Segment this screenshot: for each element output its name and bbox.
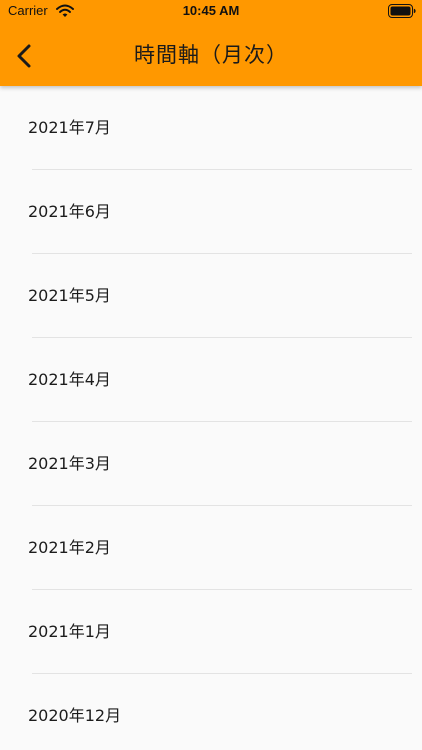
page-title: 時間軸（月次） [134, 43, 288, 67]
month-label: 2021年1月 [28, 622, 111, 641]
month-list-item[interactable]: 2020年12月 [0, 674, 422, 750]
month-list-item[interactable]: 2021年5月 [0, 254, 422, 338]
month-label: 2020年12月 [28, 706, 122, 725]
month-label: 2021年6月 [28, 202, 111, 221]
month-list-item[interactable]: 2021年7月 [0, 86, 422, 170]
month-label: 2021年5月 [28, 286, 111, 305]
month-list-item[interactable]: 2021年4月 [0, 338, 422, 422]
month-label: 2021年7月 [28, 118, 111, 137]
app-screen: Carrier 10:45 AM 時間軸（月次） 2021年7月 2021年6月… [0, 0, 422, 750]
month-list-item[interactable]: 2021年1月 [0, 590, 422, 674]
month-label: 2021年3月 [28, 454, 111, 473]
month-label: 2021年2月 [28, 538, 111, 557]
status-bar: Carrier 10:45 AM [0, 0, 422, 24]
month-list-item[interactable]: 2021年3月 [0, 422, 422, 506]
month-list: 2021年7月 2021年6月 2021年5月 2021年4月 2021年3月 … [0, 86, 422, 750]
month-list-item[interactable]: 2021年6月 [0, 170, 422, 254]
status-time: 10:45 AM [182, 3, 240, 18]
app-header: Carrier 10:45 AM 時間軸（月次） [0, 0, 422, 86]
month-label: 2021年4月 [28, 370, 111, 389]
month-list-item[interactable]: 2021年2月 [0, 506, 422, 590]
battery-icon [388, 4, 416, 18]
